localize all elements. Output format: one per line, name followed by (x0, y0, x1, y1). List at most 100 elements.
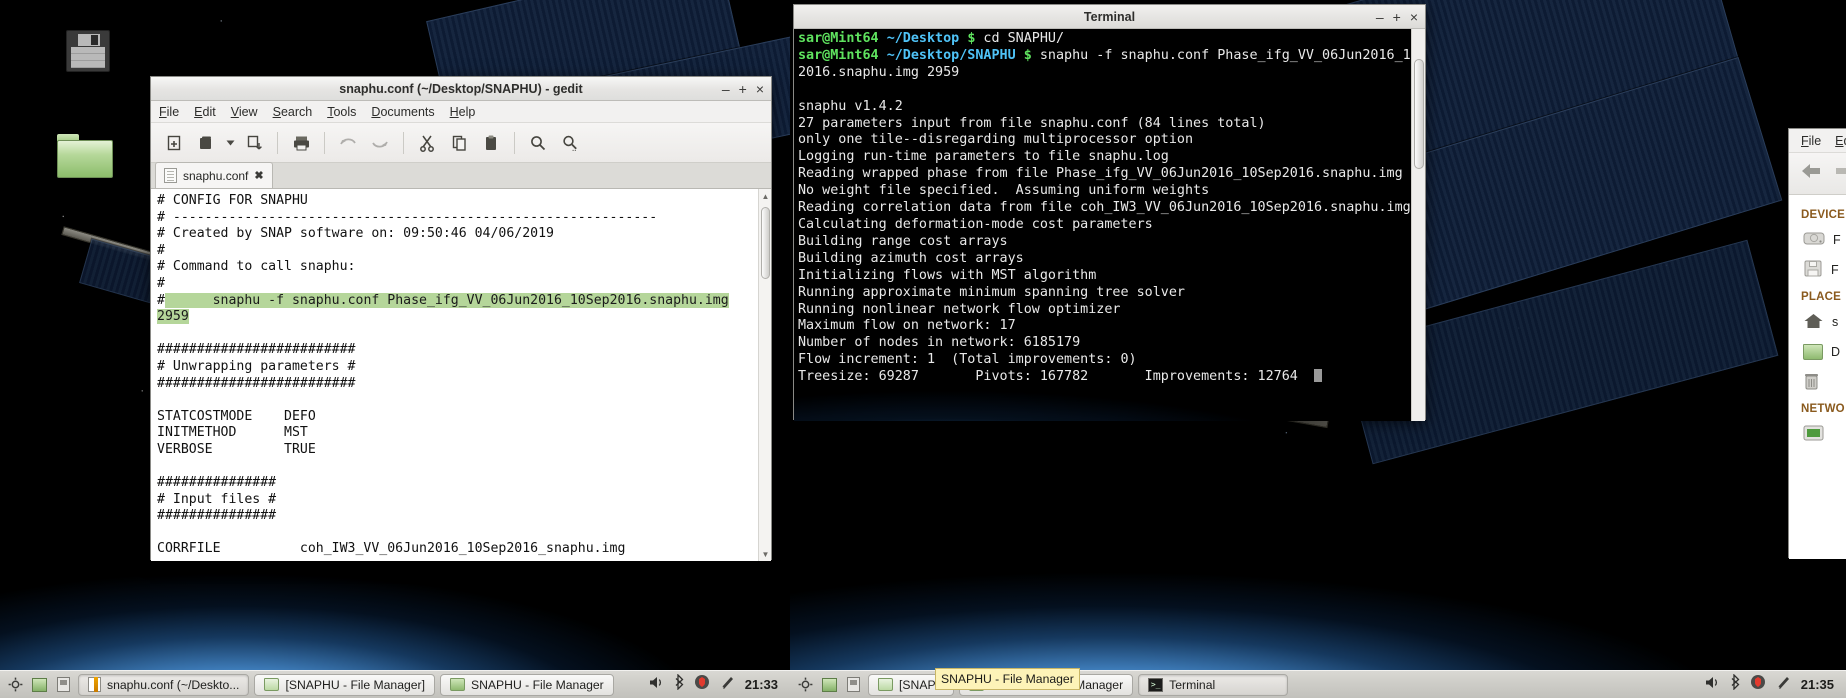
taskbar-button-file-manager-2[interactable]: SNAPHU - File Manager (439, 673, 614, 696)
trash-icon (1803, 372, 1820, 393)
find-replace-icon[interactable] (555, 128, 585, 158)
gedit-titlebar[interactable]: snaphu.conf (~/Desktop/SNAPHU) - gedit –… (151, 77, 771, 101)
terminal-output[interactable]: sar@Mint64 ~/Desktop $ cd SNAPHU/ sar@Mi… (794, 29, 1425, 386)
back-arrow-icon[interactable] (1799, 161, 1823, 186)
menu-documents[interactable]: Documents (371, 105, 434, 119)
gedit-icon (88, 677, 101, 692)
scroll-down-icon[interactable]: ▼ (759, 547, 771, 561)
clock: 21:35 (1800, 677, 1834, 692)
terminal-titlebar[interactable]: Terminal – + × (794, 5, 1425, 29)
clock: 21:33 (744, 677, 778, 692)
close-button[interactable]: × (756, 82, 764, 96)
menu-file[interactable]: File (1801, 134, 1821, 148)
menu-edit[interactable]: Edit (194, 105, 216, 119)
device-icon[interactable] (844, 675, 863, 694)
bluetooth-icon[interactable] (674, 673, 685, 695)
print-icon[interactable] (286, 128, 316, 158)
shield-icon[interactable] (1750, 674, 1766, 695)
sidebar-item-label: s (1832, 315, 1839, 329)
document-icon (164, 168, 177, 183)
cut-icon[interactable] (412, 128, 442, 158)
terminal-icon[interactable] (820, 675, 839, 694)
tooltip-label: SNAPHU - File Manager (941, 672, 1074, 686)
folder-icon (57, 134, 113, 178)
maximize-button[interactable]: + (1393, 10, 1401, 24)
desktop-folder-icon (1803, 344, 1823, 360)
gedit-tab-snaphu-conf[interactable]: snaphu.conf ✖ (155, 162, 273, 188)
file-manager-sidebar[interactable]: DEVICE F F PLACE s D NETWO (1789, 195, 1846, 559)
scrollbar-thumb[interactable] (1414, 59, 1424, 169)
scrollbar-thumb[interactable] (761, 207, 770, 279)
gedit-editor[interactable]: # CONFIG FOR SNAPHU # ------------------… (151, 189, 771, 561)
device-icon[interactable] (54, 675, 73, 694)
taskbar-button-gedit[interactable]: snaphu.conf (~/Deskto... (78, 673, 250, 696)
volume-icon[interactable] (648, 675, 665, 695)
terminal-icon[interactable] (30, 675, 49, 694)
menu-edit[interactable]: Ed (1835, 134, 1846, 148)
terminal-title: Terminal (1083, 9, 1136, 24)
bluetooth-icon[interactable] (1730, 673, 1741, 695)
scroll-up-icon[interactable]: ▲ (759, 189, 771, 203)
network-icon (1803, 424, 1824, 445)
gedit-toolbar (151, 123, 771, 163)
copy-icon[interactable] (444, 128, 474, 158)
folder-icon (449, 678, 465, 691)
taskbar-button-label: [SNAPHU - File Manager] (285, 677, 425, 692)
taskbar-tooltip: SNAPHU - File Manager (935, 668, 1080, 690)
folder-icon (264, 678, 280, 691)
gedit-window[interactable]: snaphu.conf (~/Desktop/SNAPHU) - gedit –… (150, 76, 772, 561)
home-icon (1803, 312, 1824, 333)
left-system-tray: 21:33 (648, 673, 784, 695)
menu-view[interactable]: View (231, 105, 258, 119)
menu-search[interactable]: Search (273, 105, 313, 119)
desktop-icon-folder[interactable] (57, 134, 113, 178)
terminal-window[interactable]: Terminal – + × sar@Mint64 ~/Desktop $ cd… (793, 4, 1426, 421)
settings-icon[interactable] (6, 675, 25, 694)
settings-icon[interactable] (796, 675, 815, 694)
gedit-document-text[interactable]: # CONFIG FOR SNAPHU # ------------------… (151, 189, 771, 558)
sidebar-item-network[interactable] (1789, 419, 1846, 449)
taskbar-button-file-manager-1[interactable]: [SNAPHU - File Manager] (254, 673, 435, 696)
file-manager-window[interactable]: File Ed DEVICE F (1788, 128, 1846, 559)
taskbar-button-label: Terminal (1169, 677, 1216, 692)
forward-arrow-icon[interactable] (1833, 161, 1846, 186)
open-dropdown-icon[interactable] (223, 128, 237, 158)
sidebar-item-home[interactable]: s (1789, 307, 1846, 337)
sidebar-heading-places: PLACE (1801, 291, 1841, 303)
find-icon[interactable] (523, 128, 553, 158)
gedit-title: snaphu.conf (~/Desktop/SNAPHU) - gedit (339, 81, 583, 96)
taskbar-button-label: snaphu.conf (~/Deskto... (107, 677, 240, 692)
menu-tools[interactable]: Tools (327, 105, 356, 119)
taskbar-button-label: SNAPHU - File Manager (470, 677, 604, 692)
hard-drive-icon (1803, 230, 1825, 250)
shield-icon[interactable] (694, 674, 710, 695)
maximize-button[interactable]: + (739, 82, 747, 96)
new-document-icon[interactable] (159, 128, 189, 158)
sidebar-item-floppy[interactable]: F (1789, 255, 1846, 285)
menu-file[interactable]: FFileile (159, 105, 179, 119)
desktop-icon-floppy[interactable] (66, 30, 110, 72)
sidebar-item-filesystem[interactable]: F (1789, 225, 1846, 255)
menu-help[interactable]: Help (450, 105, 476, 119)
volume-icon[interactable] (1704, 675, 1721, 695)
sidebar-heading-network: NETWO (1801, 403, 1845, 415)
save-icon[interactable] (239, 128, 269, 158)
minimize-button[interactable]: – (722, 82, 730, 96)
update-icon[interactable] (1775, 674, 1792, 695)
sidebar-item-trash[interactable] (1789, 367, 1846, 397)
paste-icon[interactable] (476, 128, 506, 158)
gedit-window-buttons: – + × (722, 77, 764, 101)
close-icon[interactable]: ✖ (254, 169, 263, 182)
terminal-scrollbar[interactable] (1411, 29, 1425, 421)
terminal-body[interactable]: sar@Mint64 ~/Desktop $ cd SNAPHU/ sar@Mi… (794, 29, 1425, 421)
update-icon[interactable] (719, 674, 736, 695)
sidebar-item-desktop[interactable]: D (1789, 337, 1846, 367)
minimize-button[interactable]: – (1376, 10, 1384, 24)
close-button[interactable]: × (1410, 10, 1418, 24)
taskbar-button-terminal[interactable]: >_ Terminal (1138, 673, 1289, 696)
screenshot-root: snaphu.conf (~/Desktop/SNAPHU) - gedit –… (0, 0, 1846, 698)
redo-icon (365, 128, 395, 158)
folder-icon (878, 678, 893, 691)
open-folder-icon[interactable] (191, 128, 221, 158)
gedit-vertical-scrollbar[interactable]: ▲ ▼ (758, 189, 771, 561)
